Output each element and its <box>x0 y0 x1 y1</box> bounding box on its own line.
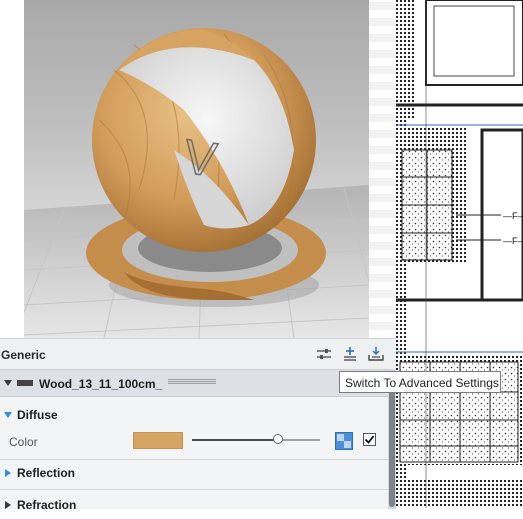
reflection-label: Reflection <box>17 466 76 480</box>
section-diffuse[interactable]: Diffuse <box>0 401 390 429</box>
section-refraction[interactable]: Refraction <box>0 491 390 519</box>
texture-map-icon[interactable] <box>335 432 353 450</box>
checkmark-icon <box>364 435 375 444</box>
diffuse-slider[interactable] <box>192 434 320 444</box>
cad-drawing: —F–5 —F–2 <box>396 0 523 508</box>
reflection-expand-caret-icon[interactable] <box>5 469 11 477</box>
slider-fill <box>192 439 278 441</box>
section-reflection[interactable]: Reflection <box>0 459 390 487</box>
material-swatch-icon <box>17 380 33 386</box>
material-row[interactable]: Wood_13_11_100cm_ <box>0 369 390 397</box>
collapse-caret-icon[interactable] <box>4 380 12 386</box>
add-parameter-icon[interactable] <box>340 345 360 363</box>
divider <box>0 489 390 490</box>
preview-border <box>369 0 396 338</box>
left-margin <box>0 0 24 338</box>
drag-grip-icon[interactable] <box>168 379 216 385</box>
svg-text:—F–2: —F–2 <box>503 236 523 246</box>
tooltip: Switch To Advanced Settings <box>339 371 501 393</box>
apply-to-selection-icon[interactable] <box>366 345 386 363</box>
svg-text:—F–5: —F–5 <box>503 211 523 221</box>
refraction-label: Refraction <box>17 498 77 512</box>
diffuse-label: Diffuse <box>17 408 58 422</box>
panel-header: Generic <box>0 339 396 369</box>
diffuse-enable-checkbox[interactable] <box>363 433 376 446</box>
panel-title: Generic <box>1 348 46 362</box>
sliders-icon[interactable] <box>314 345 334 363</box>
material-preview: V <box>24 0 369 338</box>
material-preview-render: V <box>24 28 369 338</box>
material-editor-panel: Generic Wood_13_11_100cm_ Diffuse Color … <box>0 338 396 512</box>
diffuse-expand-caret-icon[interactable] <box>4 412 12 418</box>
material-name: Wood_13_11_100cm_ <box>39 377 163 391</box>
color-label: Color <box>9 435 38 449</box>
slider-thumb[interactable] <box>272 434 283 444</box>
background-drawing: —F–5 —F–2 <box>396 0 523 508</box>
diffuse-color-swatch[interactable] <box>133 432 183 449</box>
